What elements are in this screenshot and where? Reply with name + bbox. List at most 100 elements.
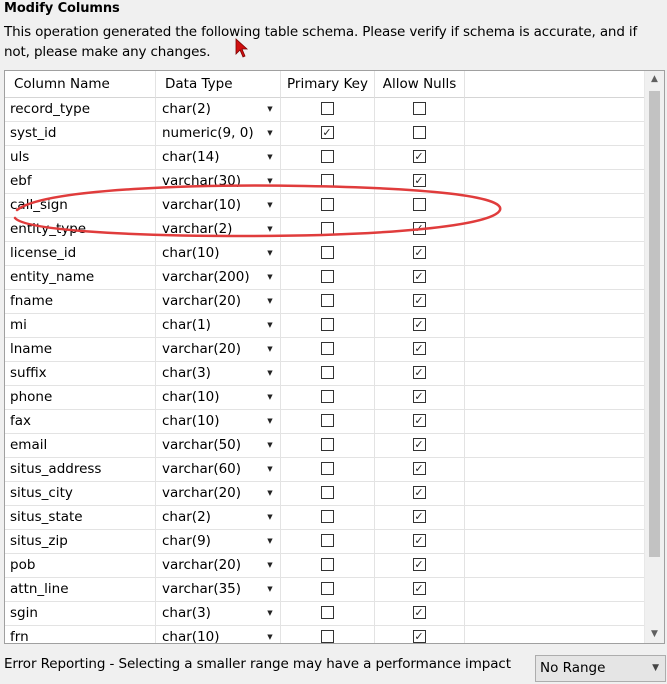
column-header-name[interactable]: Column Name	[5, 71, 156, 98]
data-type-cell[interactable]: varchar(20) ▼	[156, 338, 281, 362]
primary-key-checkbox[interactable]	[320, 510, 334, 523]
table-row[interactable]: situs_state char(2) ▼ ✓	[5, 506, 645, 530]
dropdown-arrow-icon[interactable]: ▼	[260, 506, 280, 529]
column-name-cell[interactable]: sgin	[5, 602, 156, 626]
table-row[interactable]: entity_name varchar(200) ▼ ✓	[5, 266, 645, 290]
column-name-cell[interactable]: record_type	[5, 98, 156, 122]
table-row[interactable]: phone char(10) ▼ ✓	[5, 386, 645, 410]
table-row[interactable]: fname varchar(20) ▼ ✓	[5, 290, 645, 314]
table-row[interactable]: situs_address varchar(60) ▼ ✓	[5, 458, 645, 482]
data-type-cell[interactable]: char(10) ▼	[156, 242, 281, 266]
allow-nulls-checkbox[interactable]: ✓	[412, 462, 426, 475]
dropdown-arrow-icon[interactable]: ▼	[260, 146, 280, 169]
column-name-cell[interactable]: situs_state	[5, 506, 156, 530]
primary-key-checkbox[interactable]	[320, 318, 334, 331]
allow-nulls-checkbox[interactable]: ✓	[412, 534, 426, 547]
table-row[interactable]: lname varchar(20) ▼ ✓	[5, 338, 645, 362]
allow-nulls-checkbox[interactable]	[412, 126, 426, 139]
primary-key-checkbox[interactable]	[320, 582, 334, 595]
data-type-cell[interactable]: char(1) ▼	[156, 314, 281, 338]
dropdown-arrow-icon[interactable]: ▼	[260, 338, 280, 361]
allow-nulls-checkbox[interactable]: ✓	[412, 486, 426, 499]
primary-key-checkbox[interactable]	[320, 390, 334, 403]
column-name-cell[interactable]: email	[5, 434, 156, 458]
allow-nulls-checkbox[interactable]: ✓	[412, 342, 426, 355]
dropdown-arrow-icon[interactable]: ▼	[260, 242, 280, 265]
primary-key-checkbox[interactable]: ✓	[320, 126, 334, 139]
primary-key-checkbox[interactable]	[320, 462, 334, 475]
allow-nulls-checkbox[interactable]: ✓	[412, 366, 426, 379]
allow-nulls-checkbox[interactable]	[412, 102, 426, 115]
column-name-cell[interactable]: syst_id	[5, 122, 156, 146]
column-name-cell[interactable]: pob	[5, 554, 156, 578]
data-type-cell[interactable]: char(10) ▼	[156, 386, 281, 410]
table-row[interactable]: pob varchar(20) ▼ ✓	[5, 554, 645, 578]
column-name-cell[interactable]: mi	[5, 314, 156, 338]
table-row[interactable]: sgin char(3) ▼ ✓	[5, 602, 645, 626]
allow-nulls-checkbox[interactable]: ✓	[412, 318, 426, 331]
allow-nulls-checkbox[interactable]: ✓	[412, 438, 426, 451]
column-name-cell[interactable]: attn_line	[5, 578, 156, 602]
table-row[interactable]: situs_zip char(9) ▼ ✓	[5, 530, 645, 554]
primary-key-checkbox[interactable]	[320, 246, 334, 259]
dropdown-arrow-icon[interactable]: ▼	[260, 434, 280, 457]
primary-key-checkbox[interactable]	[320, 150, 334, 163]
dropdown-arrow-icon[interactable]: ▼	[260, 602, 280, 625]
column-name-cell[interactable]: lname	[5, 338, 156, 362]
data-type-cell[interactable]: char(2) ▼	[156, 98, 281, 122]
column-header-data-type[interactable]: Data Type	[156, 71, 281, 98]
data-type-cell[interactable]: varchar(60) ▼	[156, 458, 281, 482]
dropdown-arrow-icon[interactable]: ▼	[260, 626, 280, 643]
table-row[interactable]: license_id char(10) ▼ ✓	[5, 242, 645, 266]
primary-key-checkbox[interactable]	[320, 630, 334, 643]
column-name-cell[interactable]: frn	[5, 626, 156, 643]
scroll-down-arrow-icon[interactable]: ▼	[645, 626, 664, 643]
data-type-cell[interactable]: varchar(50) ▼	[156, 434, 281, 458]
data-type-cell[interactable]: char(10) ▼	[156, 410, 281, 434]
primary-key-checkbox[interactable]	[320, 342, 334, 355]
data-type-cell[interactable]: numeric(9, 0) ▼	[156, 122, 281, 146]
data-type-cell[interactable]: varchar(20) ▼	[156, 482, 281, 506]
data-type-cell[interactable]: varchar(20) ▼	[156, 554, 281, 578]
allow-nulls-checkbox[interactable]: ✓	[412, 558, 426, 571]
dropdown-arrow-icon[interactable]: ▼	[260, 98, 280, 121]
data-type-cell[interactable]: char(3) ▼	[156, 602, 281, 626]
primary-key-checkbox[interactable]	[320, 102, 334, 115]
primary-key-checkbox[interactable]	[320, 606, 334, 619]
data-type-cell[interactable]: varchar(20) ▼	[156, 290, 281, 314]
dropdown-arrow-icon[interactable]: ▼	[260, 554, 280, 577]
allow-nulls-checkbox[interactable]: ✓	[412, 510, 426, 523]
allow-nulls-checkbox[interactable]: ✓	[412, 246, 426, 259]
vertical-scrollbar[interactable]: ▲ ▼	[644, 71, 664, 643]
table-row[interactable]: frn char(10) ▼ ✓	[5, 626, 645, 643]
table-row[interactable]: email varchar(50) ▼ ✓	[5, 434, 645, 458]
table-row[interactable]: record_type char(2) ▼	[5, 98, 645, 122]
data-type-cell[interactable]: char(3) ▼	[156, 362, 281, 386]
column-header-allow-nulls[interactable]: Allow Nulls	[375, 71, 465, 98]
allow-nulls-checkbox[interactable]: ✓	[412, 630, 426, 643]
data-type-cell[interactable]: char(10) ▼	[156, 626, 281, 643]
allow-nulls-checkbox[interactable]: ✓	[412, 150, 426, 163]
data-type-cell[interactable]: char(9) ▼	[156, 530, 281, 554]
scroll-up-arrow-icon[interactable]: ▲	[645, 71, 664, 88]
column-name-cell[interactable]: fname	[5, 290, 156, 314]
primary-key-checkbox[interactable]	[320, 558, 334, 571]
dropdown-arrow-icon[interactable]: ▼	[260, 362, 280, 385]
table-row[interactable]: fax char(10) ▼ ✓	[5, 410, 645, 434]
table-row[interactable]: mi char(1) ▼ ✓	[5, 314, 645, 338]
data-type-cell[interactable]: char(14) ▼	[156, 146, 281, 170]
primary-key-checkbox[interactable]	[320, 486, 334, 499]
column-name-cell[interactable]: suffix	[5, 362, 156, 386]
column-name-cell[interactable]: entity_name	[5, 266, 156, 290]
column-name-cell[interactable]: license_id	[5, 242, 156, 266]
primary-key-checkbox[interactable]	[320, 366, 334, 379]
data-type-cell[interactable]: char(2) ▼	[156, 506, 281, 530]
dropdown-arrow-icon[interactable]: ▼	[260, 122, 280, 145]
data-type-cell[interactable]: varchar(200) ▼	[156, 266, 281, 290]
table-row[interactable]: attn_line varchar(35) ▼ ✓	[5, 578, 645, 602]
dropdown-arrow-icon[interactable]: ▼	[260, 410, 280, 433]
primary-key-checkbox[interactable]	[320, 534, 334, 547]
dropdown-arrow-icon[interactable]: ▼	[260, 386, 280, 409]
column-name-cell[interactable]: situs_address	[5, 458, 156, 482]
dropdown-arrow-icon[interactable]: ▼	[260, 458, 280, 481]
